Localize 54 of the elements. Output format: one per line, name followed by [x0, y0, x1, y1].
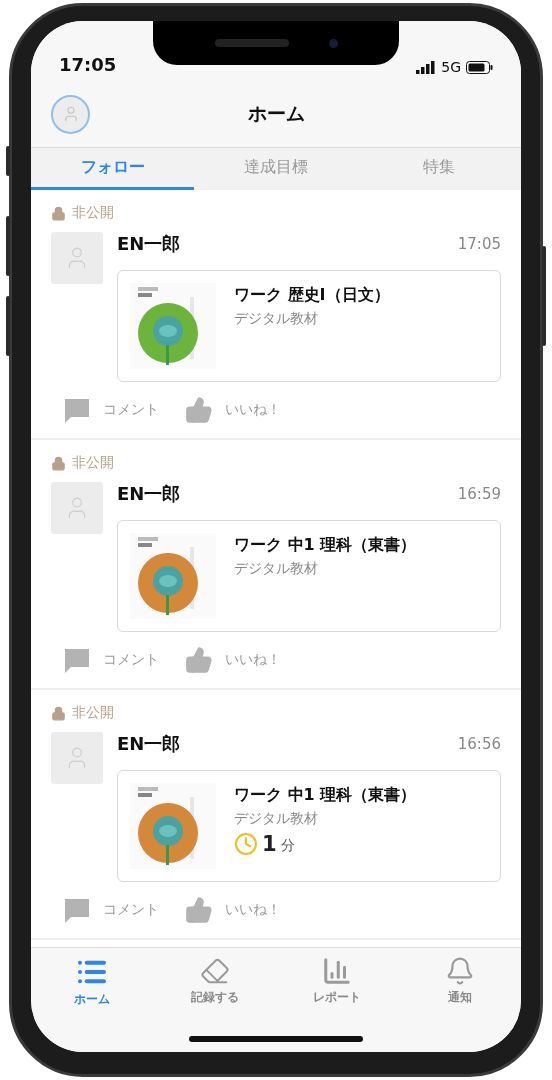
like-link[interactable]: いいね！ — [225, 901, 281, 919]
thumbs-up-icon[interactable] — [185, 896, 213, 924]
material-title: ワーク 中1 理科（東書） — [234, 785, 417, 806]
tab-bar-item[interactable]: ホーム — [74, 991, 111, 1008]
post-time: 17:05 — [457, 235, 501, 253]
thumbs-up-icon[interactable] — [185, 396, 213, 424]
material-title: ワーク 歴史I（日文） — [234, 285, 390, 306]
comment-icon[interactable] — [63, 896, 91, 924]
material-card[interactable]: ワーク 中1 理科（東書） デジタル教材 1 分 — [117, 770, 501, 882]
post-time: 16:56 — [457, 735, 501, 753]
user-name: EN一郎 — [117, 482, 181, 506]
page-title: ホーム — [247, 101, 305, 126]
visibility-label: 非公開 — [72, 704, 114, 722]
material-card[interactable]: ワーク 中1 理科（東書） デジタル教材 — [117, 520, 501, 632]
visibility-label: 非公開 — [72, 204, 114, 222]
visibility-label: 非公開 — [72, 454, 114, 472]
like-link[interactable]: いいね！ — [225, 401, 281, 419]
like-link[interactable]: いいね！ — [225, 651, 281, 669]
lock-icon — [51, 205, 66, 221]
tab[interactable]: 特集 — [357, 148, 521, 190]
post-time: 16:59 — [457, 485, 501, 503]
signal-icon — [416, 60, 437, 74]
user-avatar[interactable] — [51, 482, 103, 534]
material-type: デジタル教材 — [234, 810, 319, 828]
user-name: EN一郎 — [117, 232, 181, 256]
thumbs-up-icon[interactable] — [185, 646, 213, 674]
material-title: ワーク 中1 理科（東書） — [234, 535, 417, 556]
tab-bar-item[interactable]: 通知 — [447, 989, 472, 1006]
lock-icon — [51, 705, 66, 721]
tab-bar-item[interactable]: レポート — [313, 989, 362, 1006]
tab[interactable]: フォロー — [31, 148, 195, 190]
duration-unit: 分 — [280, 837, 295, 855]
user-avatar[interactable] — [51, 232, 103, 284]
network-label: 5G — [441, 59, 461, 75]
profile-avatar[interactable] — [51, 94, 90, 134]
comment-link[interactable]: コメント — [103, 651, 159, 669]
comment-link[interactable]: コメント — [103, 901, 159, 919]
comment-icon[interactable] — [63, 396, 91, 424]
user-name: EN一郎 — [117, 732, 181, 756]
material-card[interactable]: ワーク 歴史I（日文） デジタル教材 — [117, 270, 501, 382]
lock-icon — [51, 455, 66, 471]
clock-icon — [234, 832, 258, 856]
material-type: デジタル教材 — [234, 560, 319, 578]
tab[interactable]: 達成目標 — [194, 148, 358, 190]
battery-icon — [466, 60, 493, 74]
eraser-icon — [199, 956, 230, 986]
tab-bar-item[interactable]: 記録する — [190, 989, 239, 1006]
user-avatar[interactable] — [51, 732, 103, 784]
status-time: 17:05 — [59, 54, 117, 75]
duration-value: 1 — [262, 832, 277, 856]
material-type: デジタル教材 — [234, 310, 319, 328]
bar-chart-icon — [322, 956, 353, 986]
comment-link[interactable]: コメント — [103, 401, 159, 419]
comment-icon[interactable] — [63, 646, 91, 674]
